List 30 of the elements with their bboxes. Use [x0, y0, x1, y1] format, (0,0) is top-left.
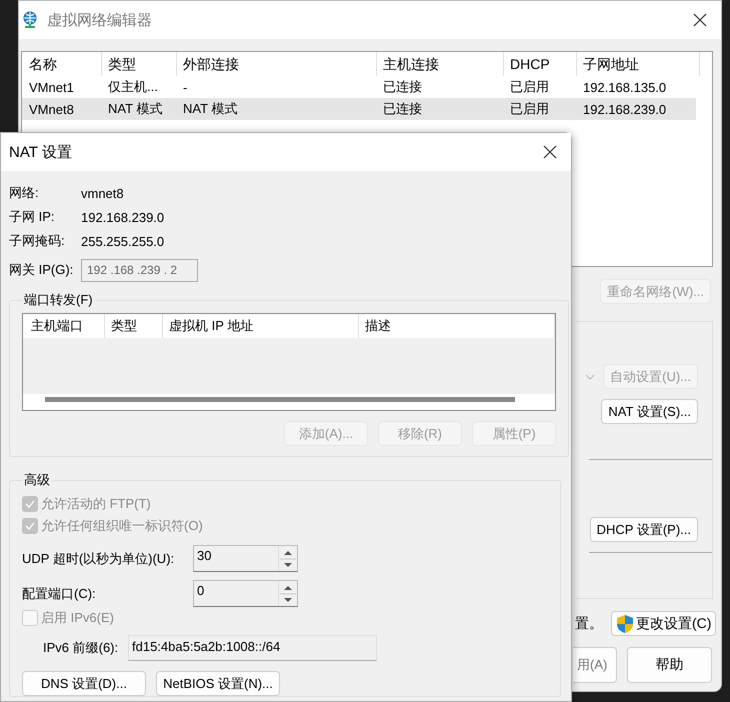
- table-cell-text: 仅主机...: [107, 78, 159, 96]
- table-cell-text: 已连接: [382, 78, 423, 96]
- dialog-title: NAT 设置: [9, 142, 73, 162]
- field-label: 配置端口(C):: [22, 584, 97, 602]
- field-label: 子网 IP:: [9, 208, 56, 226]
- group-title: 高级: [23, 471, 51, 489]
- table-cell-text: NAT 模式: [107, 100, 164, 118]
- field-value: 192.168.239.0: [81, 210, 164, 224]
- checkbox-label: 允许任何组织唯一标识符(O): [41, 517, 203, 535]
- field-label: 网关 IP(G):: [9, 261, 74, 279]
- field-value: vmnet8: [81, 186, 124, 200]
- checkbox-label: 允许活动的 FTP(T): [41, 495, 151, 513]
- window-title: 虚拟网络编辑器: [47, 10, 153, 30]
- table-cell-text: 192.168.239.0: [582, 102, 668, 116]
- table-cell-text: 已连接: [382, 100, 423, 118]
- group-title: 端口转发(F): [23, 291, 94, 309]
- checkbox-label: 启用 IPv6(E): [41, 609, 114, 627]
- field-label: 网络:: [9, 184, 40, 202]
- table-cell-text: VMnet1: [29, 80, 75, 94]
- field-label: UDP 超时(以秒为单位)(U):: [22, 550, 176, 568]
- table-cell-text: NAT 模式: [182, 100, 238, 118]
- table-cell-text: 已启用: [509, 100, 550, 118]
- field-label: IPv6 前缀(6):: [43, 639, 120, 657]
- table-cell-text: 192.168.135.0: [582, 80, 668, 94]
- field-value: 255.255.255.0: [81, 234, 164, 248]
- table-cell-text: -: [182, 80, 188, 94]
- table-cell-text: VMnet8: [29, 102, 75, 116]
- note-text: 置。: [574, 614, 603, 632]
- field-label: 子网掩码:: [9, 232, 66, 250]
- table-cell-text: 已启用: [509, 78, 550, 96]
